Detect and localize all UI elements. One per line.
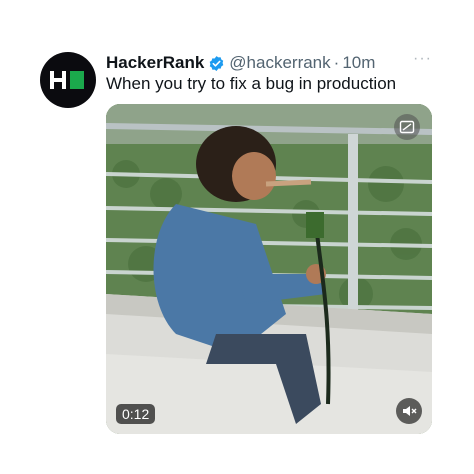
more-options-icon[interactable]: ··· [413, 50, 432, 68]
video-player[interactable]: 0:12 [106, 104, 432, 434]
tweet-card[interactable]: HackerRank @hackerrank · 10m ··· When yo… [36, 36, 438, 440]
author-name[interactable]: HackerRank [106, 53, 204, 73]
muted-speaker-icon [403, 406, 417, 416]
separator-dot: · [333, 53, 340, 72]
hackerrank-logo-icon [50, 71, 84, 89]
verified-badge-icon [208, 55, 225, 72]
video-frame [106, 104, 432, 434]
picture-in-picture-button[interactable] [394, 114, 420, 140]
author-handle[interactable]: @hackerrank [229, 53, 330, 73]
tweet-header: HackerRank @hackerrank · 10m [106, 52, 436, 74]
video-duration-badge: 0:12 [116, 404, 156, 424]
avatar[interactable] [40, 52, 96, 108]
tweet-timestamp[interactable]: 10m [342, 53, 375, 73]
picture-in-picture-icon [399, 120, 415, 134]
mute-toggle-button[interactable] [396, 398, 422, 424]
tweet-text: When you try to fix a bug in production [106, 74, 397, 93]
